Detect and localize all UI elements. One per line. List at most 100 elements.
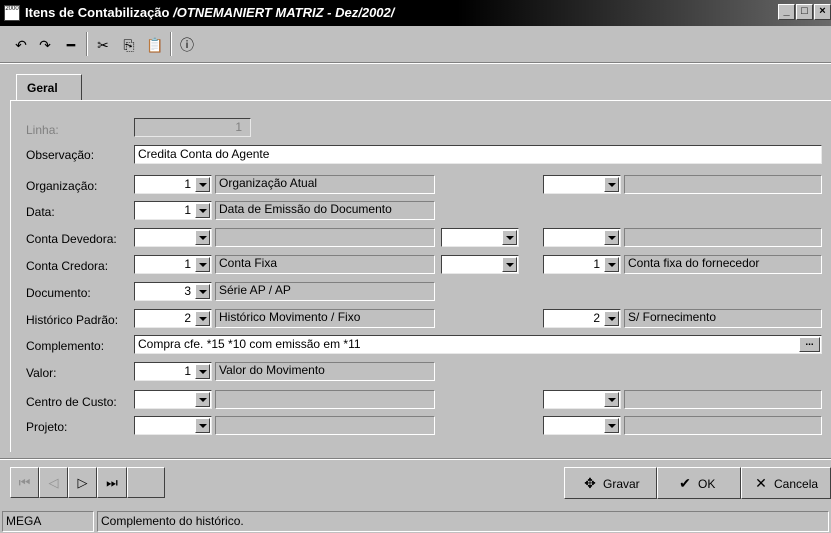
centro-custo-label: Centro de Custo: [26,395,117,409]
projeto-desc [215,416,435,435]
chevron-down-icon[interactable] [604,392,619,407]
chevron-down-icon[interactable] [195,230,210,245]
organizacao-label: Organização: [26,179,98,193]
complemento-field[interactable]: Compra cfe. *15 *10 com emissão em *11..… [134,335,822,354]
record-navigator: ⏮ ◁ ▷ ⏭ [10,467,170,499]
first-record-icon[interactable]: ⏮ [10,467,39,498]
check-icon: ✔ [679,475,691,491]
chevron-down-icon[interactable] [195,177,210,192]
close-icon[interactable]: × [814,4,831,20]
copy-icon[interactable]: ⎘ [118,35,140,55]
documento-field[interactable]: 3 [134,282,212,301]
conta-credora-desc: Conta Fixa [215,255,435,274]
projeto-field-3[interactable] [543,416,621,435]
save-icon: ✥ [584,475,596,491]
chevron-down-icon[interactable] [502,230,517,245]
title-bar[interactable]: 2000 Itens de Contabilização /OTNEMANIER… [0,0,831,26]
ok-button[interactable]: ✔ OK [657,467,741,499]
chevron-down-icon[interactable] [195,284,210,299]
chevron-down-icon[interactable] [195,418,210,433]
chevron-down-icon[interactable] [604,257,619,272]
chevron-down-icon[interactable] [604,177,619,192]
historico-desc-3: S/ Fornecimento [624,309,822,328]
conta-credora-field[interactable]: 1 [134,255,212,274]
centro-custo-field-3[interactable] [543,390,621,409]
historico-desc: Histórico Movimento / Fixo [215,309,435,328]
chevron-down-icon[interactable] [604,311,619,326]
chevron-down-icon[interactable] [195,364,210,379]
nav-spacer [127,467,165,498]
valor-value: 1 [184,364,191,378]
conta-credora-desc-3: Conta fixa do fornecedor [624,255,822,274]
toolbar-divider [0,62,831,64]
organizacao-field[interactable]: 1 [134,175,212,194]
documento-value: 3 [184,284,191,298]
projeto-field[interactable] [134,416,212,435]
historico-label: Histórico Padrão: [26,313,119,327]
data-value: 1 [184,203,191,217]
data-desc: Data de Emissão do Documento [215,201,435,220]
toolbar-separator [86,32,88,56]
complemento-value: Compra cfe. *15 *10 com emissão em *11 [138,337,361,351]
conta-devedora-field[interactable] [134,228,212,247]
window-title-context: /OTNEMANIERT MATRIZ - Dez/2002/ [173,5,395,20]
chevron-down-icon[interactable] [195,203,210,218]
toolbar: ↶ ↷ ━ ✂ ⎘ 📋 ⓘ [8,28,244,60]
data-label: Data: [26,205,55,219]
linha-label: Linha: [26,123,59,137]
paste-icon[interactable]: 📋 [144,35,166,55]
linha-field: 1 [134,118,251,137]
window: 2000 Itens de Contabilização /OTNEMANIER… [0,0,831,533]
valor-field[interactable]: 1 [134,362,212,381]
observacao-field[interactable]: Credita Conta do Agente [134,145,822,164]
chevron-down-icon[interactable] [195,257,210,272]
status-bar: MEGA Complemento do histórico. [0,510,831,533]
window-title-main: Itens de Contabilização [25,5,170,20]
cancela-button[interactable]: ✕ Cancela [741,467,831,499]
historico-field[interactable]: 2 [134,309,212,328]
prev-record-icon[interactable]: ◁ [39,467,68,498]
valor-desc: Valor do Movimento [215,362,435,381]
observacao-label: Observação: [26,148,95,162]
window-controls: _ □ × [777,4,831,20]
info-icon[interactable]: ⓘ [176,35,198,55]
remove-icon[interactable]: ━ [60,35,82,55]
chevron-down-icon[interactable] [604,418,619,433]
conta-devedora-desc-3 [624,228,822,247]
gravar-button[interactable]: ✥ Gravar [564,467,657,499]
centro-custo-desc [215,390,435,409]
minimize-icon[interactable]: _ [778,4,795,20]
last-record-icon[interactable]: ⏭ [97,467,127,498]
ellipsis-button[interactable]: ... [799,337,820,352]
redo-icon[interactable]: ↷ [34,35,56,55]
projeto-desc-3 [624,416,822,435]
conta-devedora-field-3[interactable] [543,228,621,247]
chevron-down-icon[interactable] [604,230,619,245]
next-record-icon[interactable]: ▷ [68,467,97,498]
historico-field-3[interactable]: 2 [543,309,621,328]
documento-desc: Série AP / AP [215,282,435,301]
documento-label: Documento: [26,286,91,300]
organizacao-field-2[interactable] [543,175,621,194]
cut-icon[interactable]: ✂ [92,35,114,55]
chevron-down-icon[interactable] [195,392,210,407]
window-title: Itens de Contabilização /OTNEMANIERT MAT… [25,5,394,20]
conta-devedora-field-2[interactable] [441,228,519,247]
app-icon[interactable]: 2000 [4,5,20,21]
conta-devedora-desc [215,228,435,247]
cancela-label: Cancela [774,477,819,491]
maximize-icon[interactable]: □ [796,4,813,20]
valor-label: Valor: [26,366,57,380]
historico-value: 2 [184,311,191,325]
bottom-divider [0,458,831,460]
organizacao-value: 1 [184,177,191,191]
conta-credora-field-3[interactable]: 1 [543,255,621,274]
data-field[interactable]: 1 [134,201,212,220]
conta-credora-field-2[interactable] [441,255,519,274]
tab-geral[interactable]: Geral [16,74,82,101]
ok-label: OK [698,477,716,491]
undo-icon[interactable]: ↶ [10,35,32,55]
centro-custo-field[interactable] [134,390,212,409]
chevron-down-icon[interactable] [502,257,517,272]
chevron-down-icon[interactable] [195,311,210,326]
